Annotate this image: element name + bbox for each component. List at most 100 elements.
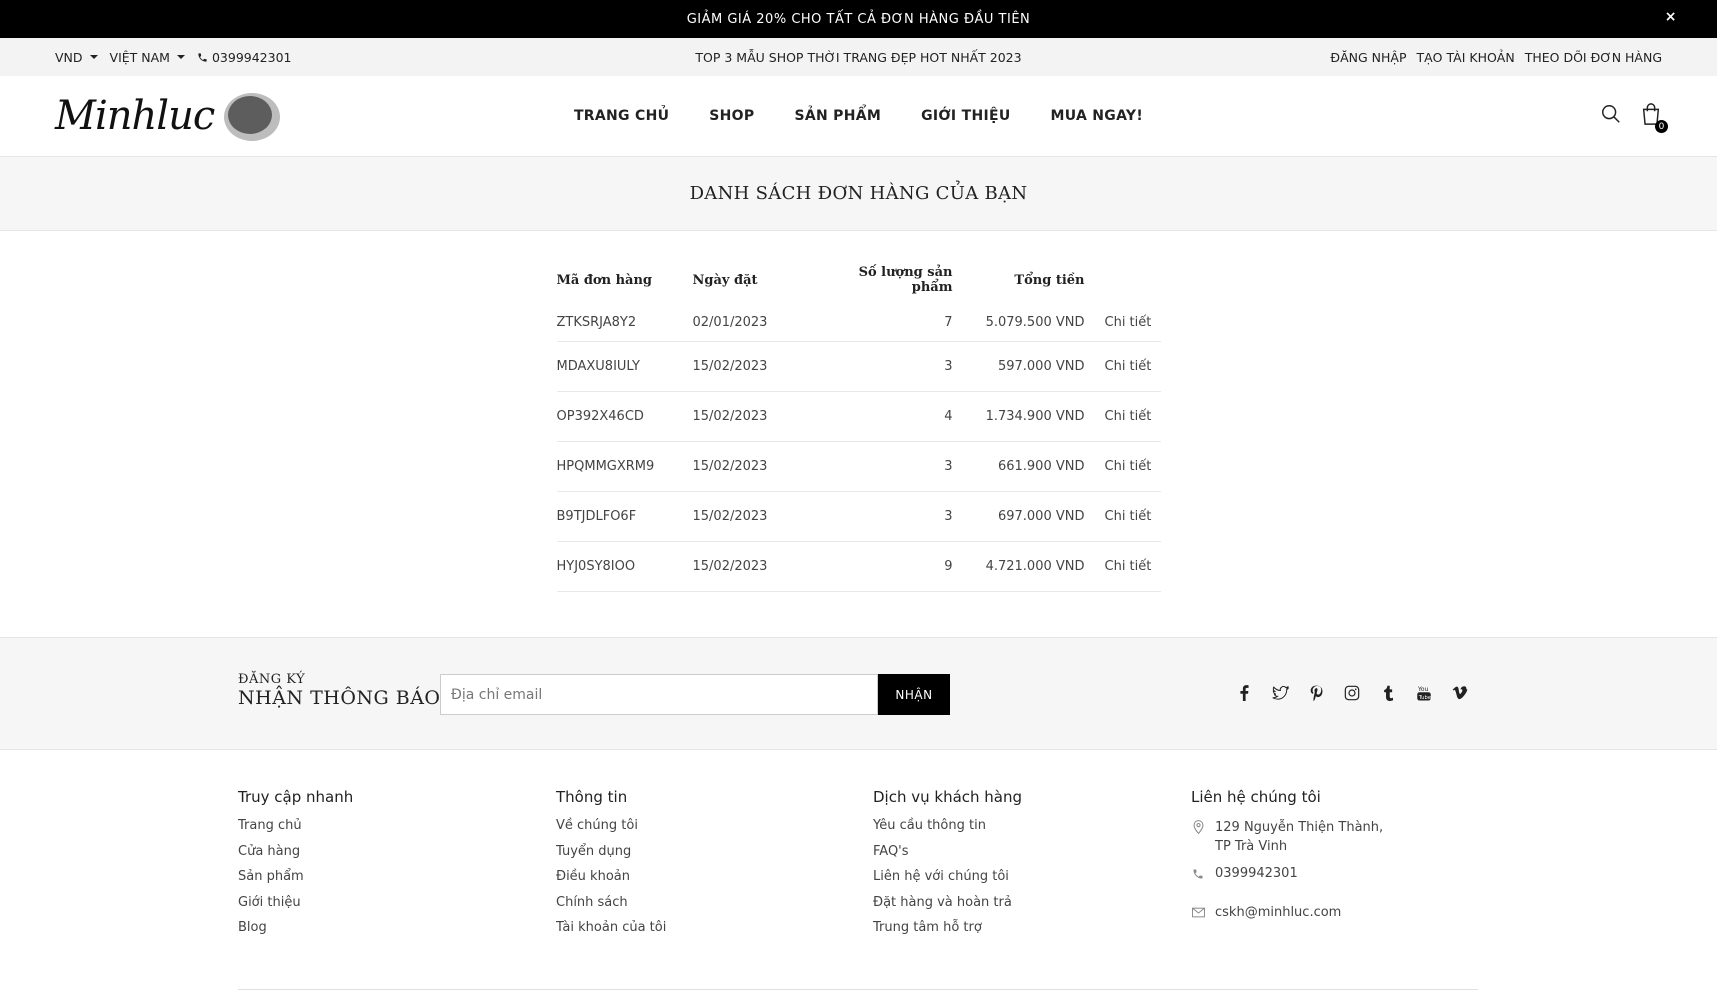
country-label: VIỆT NAM bbox=[109, 49, 170, 65]
page-title: DANH SÁCH ĐƠN HÀNG CỦA BẠN bbox=[689, 183, 1028, 204]
footer-link-about[interactable]: Giới thiệu bbox=[238, 895, 353, 921]
contact-email[interactable]: cskh@minhluc.com bbox=[1191, 905, 1383, 920]
tumblr-icon[interactable] bbox=[1379, 684, 1397, 702]
table-row: B9TJDLFO6F 15/02/2023 3 697.000 VND Chi … bbox=[556, 491, 1161, 542]
phone-link[interactable]: 0399942301 bbox=[197, 50, 292, 65]
cart-count-badge: 0 bbox=[1655, 120, 1668, 133]
envelope-icon bbox=[1191, 905, 1205, 920]
order-detail-link[interactable]: Chi tiết bbox=[1084, 491, 1161, 542]
promo-bar: GIẢM GIÁ 20% CHO TẤT CẢ ĐƠN HÀNG ĐẦU TIÊ… bbox=[0, 0, 1717, 38]
footer-link-my-account[interactable]: Tài khoản của tôi bbox=[556, 920, 666, 946]
contact-email-address: cskh@minhluc.com bbox=[1215, 905, 1342, 920]
order-code: MDAXU8IULY bbox=[556, 341, 693, 392]
currency-label: VND bbox=[55, 49, 83, 65]
order-date: 15/02/2023 bbox=[692, 441, 833, 492]
footer-link-orders-returns[interactable]: Đặt hàng và hoàn trả bbox=[873, 895, 1022, 921]
order-date: 15/02/2023 bbox=[692, 391, 833, 442]
logo-text: Minhluc bbox=[55, 93, 215, 139]
order-code: HPQMMGXRM9 bbox=[556, 441, 693, 492]
phone-number: 0399942301 bbox=[211, 49, 292, 65]
pinterest-icon[interactable] bbox=[1307, 684, 1325, 702]
order-code: OP392X46CD bbox=[556, 391, 693, 442]
email-input[interactable] bbox=[440, 674, 878, 715]
nav-shop[interactable]: SHOP bbox=[709, 108, 754, 124]
contact-address: 129 Nguyễn Thiện Thành, TP Trà Vinh bbox=[1191, 818, 1383, 856]
col-total: Tổng tiền bbox=[1014, 272, 1085, 288]
footer-link-support-center[interactable]: Trung tâm hỗ trợ bbox=[873, 920, 1022, 946]
logo-mark bbox=[222, 91, 281, 141]
footer-link-careers[interactable]: Tuyển dụng bbox=[556, 844, 666, 870]
footer-link-home[interactable]: Trang chủ bbox=[238, 818, 353, 844]
youtube-icon[interactable]: You Tube bbox=[1415, 684, 1433, 702]
footer-link-blog[interactable]: Blog bbox=[238, 920, 353, 946]
footer-link-products[interactable]: Sản phẩm bbox=[238, 869, 353, 895]
footer-link-store[interactable]: Cửa hàng bbox=[238, 844, 353, 870]
facebook-icon[interactable] bbox=[1235, 684, 1253, 702]
site-header: Minhluc TRANG CHỦ SHOP SẢN PHẨM GIỚI THI… bbox=[0, 76, 1717, 157]
order-qty: 3 bbox=[832, 341, 953, 392]
footer-col-customer-service: Dịch vụ khách hàng Yêu cầu thông tin FAQ… bbox=[873, 788, 1022, 946]
order-date: 02/01/2023 bbox=[692, 305, 833, 342]
order-detail-link[interactable]: Chi tiết bbox=[1084, 341, 1161, 392]
track-order-link[interactable]: THEO DÕI ĐƠN HÀNG bbox=[1525, 50, 1662, 65]
social-links: You Tube bbox=[1235, 684, 1469, 702]
order-qty: 4 bbox=[832, 391, 953, 442]
nav-home[interactable]: TRANG CHỦ bbox=[574, 108, 669, 124]
promo-text: GIẢM GIÁ 20% CHO TẤT CẢ ĐƠN HÀNG ĐẦU TIÊ… bbox=[686, 11, 1031, 27]
register-link[interactable]: TẠO TÀI KHOẢN bbox=[1417, 50, 1515, 65]
footer-col-title: Liên hệ chúng tôi bbox=[1191, 788, 1321, 806]
table-row: HYJ0SY8IOO 15/02/2023 9 4.721.000 VND Ch… bbox=[556, 541, 1161, 592]
order-total: 697.000 VND bbox=[952, 491, 1085, 542]
order-detail-link[interactable]: Chi tiết bbox=[1084, 305, 1161, 342]
newsletter-label-small: ĐĂNG KÝ bbox=[238, 672, 306, 687]
order-total: 597.000 VND bbox=[952, 341, 1085, 392]
footer-col-title: Thông tin bbox=[556, 788, 628, 806]
instagram-icon[interactable] bbox=[1343, 684, 1361, 702]
order-detail-link[interactable]: Chi tiết bbox=[1084, 541, 1161, 592]
nav-buy-now[interactable]: MUA NGAY! bbox=[1051, 108, 1144, 124]
caret-down-icon bbox=[176, 55, 185, 59]
order-qty: 3 bbox=[832, 491, 953, 542]
contact-phone-number: 0399942301 bbox=[1215, 866, 1298, 881]
order-date: 15/02/2023 bbox=[692, 541, 833, 592]
search-icon[interactable] bbox=[1600, 103, 1622, 129]
footer-link-inquiry[interactable]: Yêu cầu thông tin bbox=[873, 818, 1022, 844]
footer-divider bbox=[238, 989, 1478, 990]
svg-text:You: You bbox=[1417, 686, 1429, 693]
footer-link-policy[interactable]: Chính sách bbox=[556, 895, 666, 921]
table-row: OP392X46CD 15/02/2023 4 1.734.900 VND Ch… bbox=[556, 391, 1161, 442]
order-detail-link[interactable]: Chi tiết bbox=[1084, 391, 1161, 442]
footer-link-contact[interactable]: Liên hệ với chúng tôi bbox=[873, 869, 1022, 895]
nav-products[interactable]: SẢN PHẨM bbox=[794, 108, 881, 124]
svg-text:Tube: Tube bbox=[1418, 695, 1431, 701]
col-quantity: Số lượng sản phẩm bbox=[858, 265, 953, 295]
order-qty: 3 bbox=[832, 441, 953, 492]
order-total: 5.079.500 VND bbox=[952, 305, 1085, 342]
nav-about[interactable]: GIỚI THIỆU bbox=[921, 108, 1010, 124]
order-code: B9TJDLFO6F bbox=[556, 491, 693, 542]
map-pin-icon bbox=[1191, 818, 1205, 856]
footer-link-terms[interactable]: Điều khoản bbox=[556, 869, 666, 895]
login-link[interactable]: ĐĂNG NHẬP bbox=[1330, 50, 1406, 65]
orders-table: Mã đơn hàng Ngày đặt Số lượng sản phẩm T… bbox=[556, 265, 1161, 592]
footer-link-faq[interactable]: FAQ's bbox=[873, 844, 1022, 870]
address-line-1: 129 Nguyễn Thiện Thành, bbox=[1215, 820, 1384, 835]
order-detail-link[interactable]: Chi tiết bbox=[1084, 441, 1161, 492]
footer-link-about-us[interactable]: Về chúng tôi bbox=[556, 818, 666, 844]
footer-col-contact: Liên hệ chúng tôi 129 Nguyễn Thiện Thành… bbox=[1191, 788, 1383, 930]
col-order-code: Mã đơn hàng bbox=[556, 272, 653, 288]
order-date: 15/02/2023 bbox=[692, 491, 833, 542]
logo[interactable]: Minhluc bbox=[55, 91, 281, 141]
order-date: 15/02/2023 bbox=[692, 341, 833, 392]
vimeo-icon[interactable] bbox=[1451, 684, 1469, 702]
cart-button[interactable]: 0 bbox=[1640, 102, 1668, 133]
currency-selector[interactable]: VND bbox=[55, 50, 98, 65]
subscribe-button[interactable]: NHẬN bbox=[878, 674, 950, 715]
twitter-icon[interactable] bbox=[1271, 684, 1289, 702]
order-code: ZTKSRJA8Y2 bbox=[556, 305, 693, 342]
order-code: HYJ0SY8IOO bbox=[556, 541, 693, 592]
country-selector[interactable]: VIỆT NAM bbox=[110, 50, 185, 65]
contact-phone[interactable]: 0399942301 bbox=[1191, 866, 1383, 881]
close-icon[interactable]: × bbox=[1665, 9, 1677, 25]
newsletter-label-big: NHẬN THÔNG BÁO bbox=[238, 687, 441, 709]
